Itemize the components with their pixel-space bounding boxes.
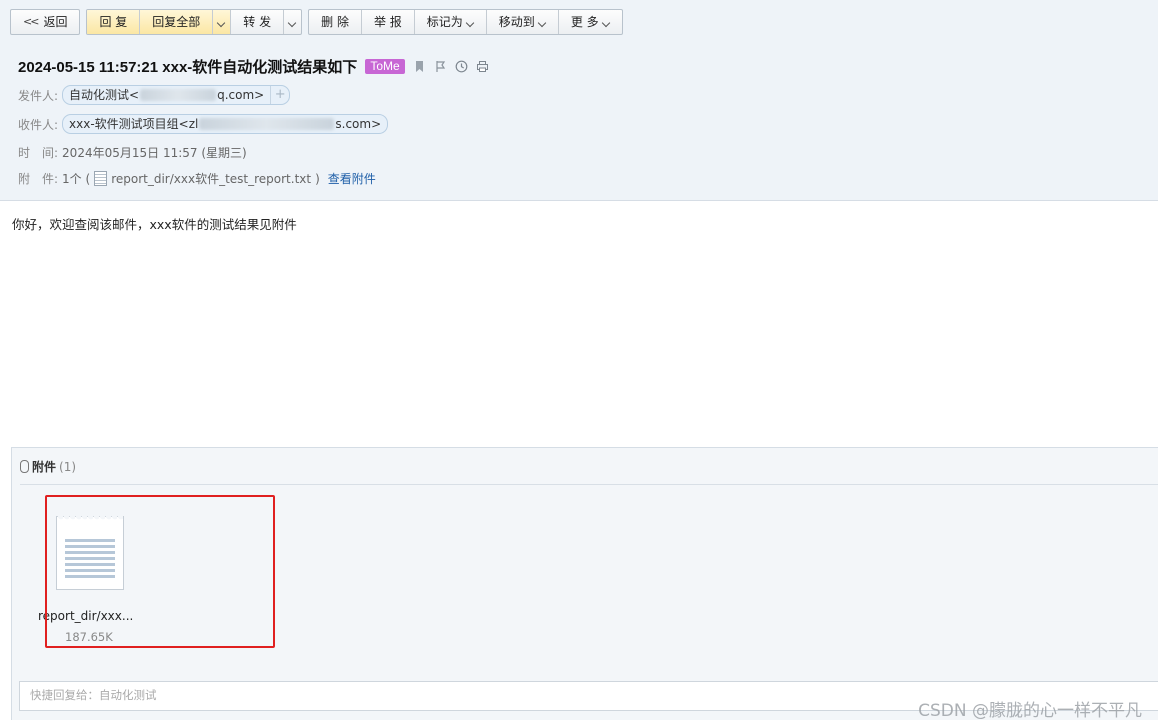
forward-dropdown-button[interactable] <box>284 10 301 34</box>
mark-as-label: 标记为 <box>426 15 463 29</box>
flag-icon[interactable] <box>434 60 447 73</box>
text-file-icon[interactable] <box>56 516 124 590</box>
chevron-down-icon <box>603 19 610 26</box>
view-attachment-link[interactable]: 查看附件 <box>328 170 376 187</box>
sender-chip[interactable]: 自动化测试< q.com> + <box>62 85 291 105</box>
forward-button[interactable]: 转 发 <box>231 10 285 34</box>
mark-as-button[interactable]: 标记为 <box>415 10 487 34</box>
paperclip-icon <box>20 460 29 473</box>
reply-all-button[interactable]: 回复全部 <box>140 10 214 34</box>
time-label: 时 间: <box>18 146 59 160</box>
recipient-name: xxx-软件测试项目组<zl <box>69 117 199 131</box>
attachment-panel-title: 附件 <box>32 460 57 474</box>
back-group: << 返回 <box>10 9 81 35</box>
bookmark-icon[interactable] <box>413 60 426 73</box>
chevron-left-icon: << <box>23 15 40 28</box>
delete-button[interactable]: 删 除 <box>309 10 362 34</box>
to-label: 收件人: <box>18 117 59 132</box>
print-icon[interactable] <box>476 60 489 73</box>
more-label: 更 多 <box>570 15 599 29</box>
mail-header: << 返回 回 复 回复全部 转 发 删 除 举 报 标记为 移动到 更 多 2… <box>0 0 1158 201</box>
add-contact-icon[interactable]: + <box>270 86 289 104</box>
doc-lines <box>65 539 115 581</box>
move-to-label: 移动到 <box>498 15 535 29</box>
attachment-filename[interactable]: report_dir/xxx软件_test_report.txt <box>111 170 311 187</box>
action-group: 删 除 举 报 标记为 移动到 更 多 <box>308 9 623 35</box>
time-value: 2024年05月15日 11:57 (星期三) <box>62 146 247 160</box>
attachment-label: 附 件: <box>18 172 59 186</box>
attachment-item-name[interactable]: report_dir/xxx... <box>38 609 138 623</box>
move-to-button[interactable]: 移动到 <box>487 10 559 34</box>
reply-group: 回 复 回复全部 转 发 <box>86 9 303 35</box>
reply-dropdown-button[interactable] <box>213 10 232 34</box>
redacted-address <box>199 118 335 130</box>
sender-domain: q.com> <box>217 88 265 102</box>
attachment-count-text: 1个 ( <box>62 172 91 186</box>
mail-body-text: 你好，欢迎查阅该邮件，xxx软件的测试结果见附件 <box>12 217 297 232</box>
chevron-down-icon <box>539 19 546 26</box>
redacted-address <box>140 89 217 101</box>
attachment-panel: 附件 (1) report_dir/xxx... 187.65K <box>11 447 1158 674</box>
watermark: CSDN @朦胧的心一样不平凡 <box>918 701 1142 721</box>
to-row: 收件人: xxx-软件测试项目组<zl s.com> <box>18 114 389 134</box>
doc-torn-edge <box>57 516 123 524</box>
time-row: 时 间: 2024年05月15日 11:57 (星期三) <box>18 144 247 161</box>
divider <box>20 484 1158 485</box>
attachment-close-paren: ) <box>315 171 320 186</box>
attachment-item-size: 187.65K <box>65 630 113 644</box>
mail-subject: 2024-05-15 11:57:21 xxx-软件自动化测试结果如下 <box>18 59 358 76</box>
recipient-domain: s.com> <box>335 117 382 131</box>
tome-tag[interactable]: ToMe <box>365 59 405 74</box>
back-label: 返回 <box>43 15 68 29</box>
from-label: 发件人: <box>18 88 59 103</box>
subject-row: 2024-05-15 11:57:21 xxx-软件自动化测试结果如下 ToMe <box>18 56 489 77</box>
recipient-chip[interactable]: xxx-软件测试项目组<zl s.com> <box>62 114 389 134</box>
sender-name: 自动化测试< <box>69 88 140 102</box>
attachment-row: 附 件: 1个 ( report_dir/xxx软件_test_report.t… <box>18 170 376 187</box>
more-button[interactable]: 更 多 <box>559 10 622 34</box>
from-row: 发件人: 自动化测试< q.com> + <box>18 85 291 105</box>
toolbar: << 返回 回 复 回复全部 转 发 删 除 举 报 标记为 移动到 更 多 <box>10 9 623 35</box>
clock-icon[interactable] <box>455 60 468 73</box>
attachment-panel-header: 附件 (1) <box>20 458 76 475</box>
chevron-down-icon <box>289 19 296 26</box>
chevron-down-icon <box>467 19 474 26</box>
reply-button[interactable]: 回 复 <box>87 10 141 34</box>
back-button[interactable]: << 返回 <box>11 10 79 34</box>
chevron-down-icon <box>218 19 225 26</box>
report-button[interactable]: 举 报 <box>362 10 415 34</box>
attachment-panel-count: (1) <box>59 459 77 474</box>
attachment-item[interactable]: report_dir/xxx... 187.65K <box>38 510 148 644</box>
file-icon <box>94 171 108 186</box>
